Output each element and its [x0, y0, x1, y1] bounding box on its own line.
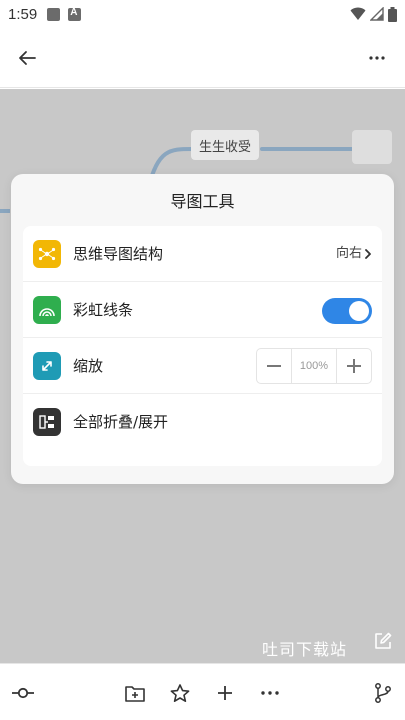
status-time: 1:59 — [8, 5, 38, 23]
zoom-stepper: 100% — [256, 348, 372, 384]
row-label-structure: 思维导图结构 — [73, 245, 164, 263]
status-right — [350, 6, 397, 22]
structure-value[interactable]: 向右 — [336, 226, 372, 282]
zoom-out-button[interactable] — [257, 349, 291, 383]
folder-add-icon — [125, 685, 145, 702]
more-button[interactable] — [363, 44, 391, 72]
row-structure[interactable]: 思维导图结构 向右 — [23, 226, 382, 282]
add-button[interactable] — [212, 680, 238, 706]
row-label-rainbow: 彩虹线条 — [73, 301, 134, 319]
wifi-icon — [350, 7, 366, 20]
edit-button[interactable] — [372, 630, 394, 652]
branch-icon — [375, 683, 391, 703]
plus-icon — [347, 359, 361, 373]
row-collapse-expand[interactable]: 全部折叠/展开 — [23, 394, 382, 450]
panel-title: 导图工具 — [170, 192, 235, 211]
rainbow-toggle[interactable] — [322, 298, 372, 324]
expand-icon — [33, 352, 61, 380]
mindmap-tools-panel: 导图工具 思维导图结构 向右 彩虹线条 缩放 100% 全部折叠/展开 — [11, 174, 394, 484]
image-icon — [47, 7, 61, 21]
back-button[interactable] — [12, 44, 42, 72]
edit-icon — [375, 632, 392, 649]
toggle-knob — [349, 301, 369, 321]
watermark: 吐司下载站 — [262, 640, 348, 659]
structure-icon — [33, 240, 61, 268]
more-horizontal-icon — [369, 56, 385, 60]
signal-icon — [370, 7, 384, 21]
a-app-icon — [68, 7, 82, 21]
zoom-in-button[interactable] — [337, 349, 371, 383]
bottom-toolbar — [0, 663, 405, 720]
collapse-icon — [33, 408, 61, 436]
topic-node-icon — [12, 687, 34, 699]
zoom-value: 100% — [291, 349, 337, 383]
mindmap-node-placeholder[interactable] — [352, 130, 392, 164]
battery-icon — [388, 6, 397, 22]
bottom-more-button[interactable] — [257, 680, 283, 706]
structure-direction: 向右 — [335, 246, 362, 261]
more-horizontal-icon — [261, 691, 279, 695]
arrow-left-icon — [19, 51, 36, 65]
row-rainbow-lines: 彩虹线条 — [23, 282, 382, 338]
chevron-right-icon — [365, 249, 371, 259]
star-button[interactable] — [167, 680, 193, 706]
minus-icon — [267, 365, 281, 367]
panel-list: 思维导图结构 向右 彩虹线条 缩放 100% 全部折叠/展开 — [23, 226, 382, 466]
plus-icon — [218, 686, 232, 700]
topic-node-button[interactable] — [10, 680, 36, 706]
star-icon — [170, 683, 190, 702]
mindmap-node[interactable]: 生生收受 — [191, 130, 260, 160]
status-bar: 1:59 — [0, 0, 405, 28]
folder-add-button[interactable] — [122, 680, 148, 706]
row-label-collapse: 全部折叠/展开 — [73, 413, 169, 431]
row-label-zoom: 缩放 — [73, 357, 104, 375]
row-zoom: 缩放 100% — [23, 338, 382, 394]
rainbow-icon — [33, 296, 61, 324]
app-bar — [0, 28, 405, 88]
branch-button[interactable] — [370, 680, 396, 706]
